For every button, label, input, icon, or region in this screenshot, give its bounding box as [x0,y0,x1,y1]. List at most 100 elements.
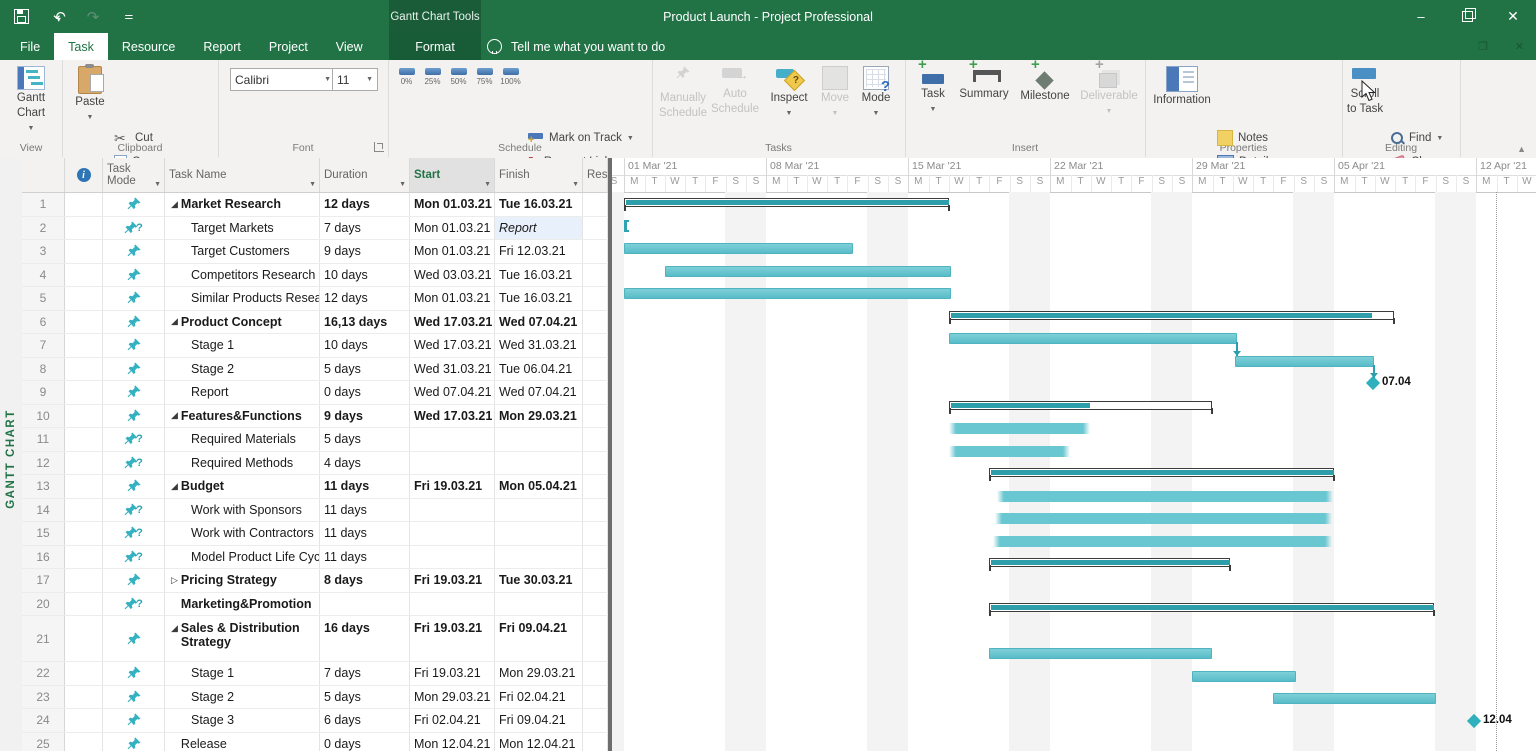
resources-cell[interactable] [583,662,608,685]
table-row[interactable]: 15 ?Work with Contractors11 days [22,522,608,546]
mark-on-track-button[interactable]: Mark on Track▼ [528,128,634,148]
indicators-cell[interactable] [65,546,103,569]
task-name-cell[interactable]: Stage 2 [165,358,320,381]
finish-cell[interactable] [495,499,583,522]
table-row[interactable]: 17 ▷Pricing Strategy8 daysFri 19.03.21Tu… [22,569,608,593]
column-header-task-name[interactable]: Task Name▼ [165,158,320,192]
resources-cell[interactable] [583,381,608,404]
save-icon[interactable] [10,6,32,28]
resources-cell[interactable] [583,217,608,240]
duration-cell[interactable]: 0 days [320,381,410,404]
indicators-cell[interactable] [65,405,103,428]
collapse-ribbon-icon[interactable]: ▲ [1517,144,1526,154]
finish-cell[interactable]: Tue 30.03.21 [495,569,583,592]
finish-cell[interactable]: Mon 29.03.21 [495,405,583,428]
finish-cell[interactable]: Mon 05.04.21 [495,475,583,498]
task-name-cell[interactable]: Target Markets [165,217,320,240]
table-row[interactable]: 14 ?Work with Sponsors11 days [22,499,608,523]
inspect-button[interactable]: ?Inspect▼ [764,66,814,120]
row-number-cell[interactable]: 2 [22,217,65,240]
tab-file[interactable]: File [6,33,54,60]
restore-button[interactable] [1444,0,1490,33]
expanded-outline-icon[interactable]: ◢ [171,410,178,421]
resources-cell[interactable] [583,546,608,569]
milestone-diamond[interactable] [1366,376,1380,390]
summary-bar[interactable] [949,311,1394,320]
task-bar[interactable] [989,648,1212,659]
start-cell[interactable]: Mon 29.03.21 [410,686,495,709]
task-bar[interactable] [1273,693,1436,704]
task-mode-cell[interactable] [103,686,165,709]
task-mode-cell[interactable] [103,358,165,381]
indicators-cell[interactable] [65,334,103,357]
row-number-cell[interactable]: 25 [22,733,65,751]
task-mode-cell[interactable]: ? [103,593,165,616]
tab-task[interactable]: Task [54,33,108,60]
duration-cell[interactable]: 11 days [320,499,410,522]
percent-50-button[interactable]: 50% [446,68,471,86]
task-mode-cell[interactable] [103,475,165,498]
row-number-cell[interactable]: 17 [22,569,65,592]
table-row[interactable]: 22 Stage 17 daysFri 19.03.21Mon 29.03.21 [22,662,608,686]
row-number-cell[interactable]: 1 [22,193,65,216]
task-mode-cell[interactable] [103,616,165,661]
column-header-duration[interactable]: Duration▼ [320,158,410,192]
task-bar[interactable] [997,491,1333,502]
start-cell[interactable] [410,452,495,475]
start-cell[interactable]: Wed 17.03.21 [410,334,495,357]
task-name-cell[interactable]: ◢Sales & Distribution Strategy [165,616,320,661]
summary-bar[interactable] [989,603,1434,612]
table-row[interactable]: 9 Report0 daysWed 07.04.21Wed 07.04.21 [22,381,608,405]
task-mode-cell[interactable] [103,311,165,334]
font-size-combobox[interactable]: 11▼ [332,68,378,91]
start-cell[interactable] [410,593,495,616]
task-mode-cell[interactable] [103,287,165,310]
row-number-cell[interactable]: 10 [22,405,65,428]
tab-report[interactable]: Report [189,33,255,60]
indicators-cell[interactable] [65,499,103,522]
duration-cell[interactable]: 10 days [320,334,410,357]
resources-cell[interactable] [583,522,608,545]
indicators-cell[interactable] [65,264,103,287]
finish-cell[interactable]: Tue 16.03.21 [495,193,583,216]
notes-button[interactable]: Notes [1217,128,1268,148]
resources-cell[interactable] [583,428,608,451]
duration-cell[interactable]: 16,13 days [320,311,410,334]
duration-cell[interactable]: 5 days [320,686,410,709]
indicators-cell[interactable] [65,686,103,709]
duration-cell[interactable] [320,593,410,616]
resources-cell[interactable] [583,616,608,661]
find-button[interactable]: Find▼ [1390,128,1443,148]
task-name-cell[interactable]: ▷Pricing Strategy [165,569,320,592]
task-name-cell[interactable]: ◢Budget [165,475,320,498]
insert-task-button[interactable]: Task▼ [913,66,953,116]
task-name-cell[interactable]: Model Product Life Cycle [165,546,320,569]
cut-button[interactable]: Cut [114,128,153,148]
indicators-cell[interactable] [65,428,103,451]
task-name-cell[interactable]: Target Customers [165,240,320,263]
task-mode-cell[interactable] [103,240,165,263]
finish-cell[interactable]: Mon 29.03.21 [495,662,583,685]
task-name-cell[interactable]: Required Materials [165,428,320,451]
mode-button[interactable]: Mode▼ [856,66,896,120]
row-number-cell[interactable]: 6 [22,311,65,334]
table-row[interactable]: 13 ◢Budget11 daysFri 19.03.21Mon 05.04.2… [22,475,608,499]
task-name-cell[interactable]: ◢Features&Functions [165,405,320,428]
start-cell[interactable]: Mon 12.04.21 [410,733,495,751]
start-cell[interactable]: Mon 01.03.21 [410,217,495,240]
finish-cell[interactable]: Wed 31.03.21 [495,334,583,357]
row-number-cell[interactable]: 16 [22,546,65,569]
duration-cell[interactable]: 11 days [320,522,410,545]
summary-bar[interactable] [989,558,1230,567]
resources-cell[interactable] [583,358,608,381]
task-mode-cell[interactable] [103,193,165,216]
table-row[interactable]: 2 ?Target Markets7 daysMon 01.03.21Repor… [22,217,608,241]
column-header-id[interactable] [22,158,65,192]
resources-cell[interactable] [583,733,608,751]
table-row[interactable]: 24 Stage 36 daysFri 02.04.21Fri 09.04.21 [22,709,608,733]
finish-cell[interactable]: Mon 12.04.21 [495,733,583,751]
task-name-cell[interactable]: ◢Product Concept [165,311,320,334]
task-bar[interactable] [1235,356,1374,367]
task-name-cell[interactable]: Stage 3 [165,709,320,732]
resources-cell[interactable] [583,475,608,498]
